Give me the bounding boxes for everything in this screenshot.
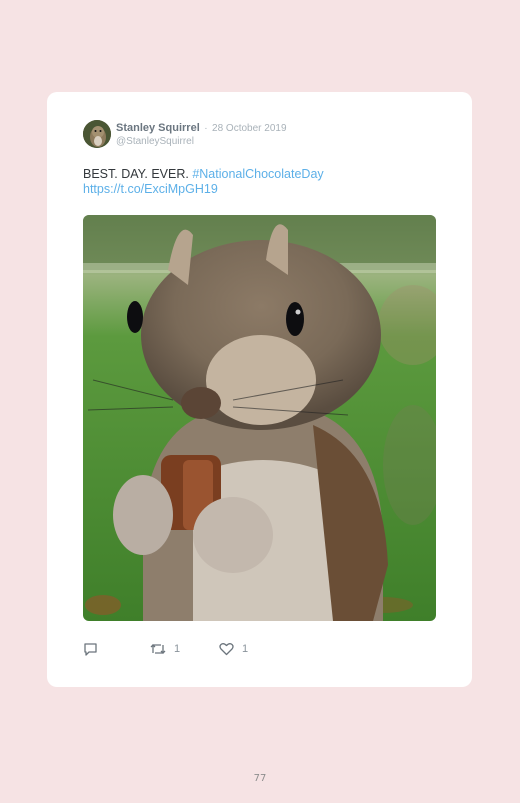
tweet-actions: 1 1: [83, 642, 283, 658]
tweet-url-link[interactable]: https://t.co/ExciMpGH19: [83, 182, 218, 196]
page-number: 77: [253, 773, 267, 784]
like-count: 1: [242, 643, 249, 655]
reply-button[interactable]: [83, 642, 98, 656]
author-name[interactable]: Stanley Squirrel: [116, 122, 200, 134]
author-handle[interactable]: @StanleySquirrel: [116, 136, 287, 148]
reply-icon: [84, 643, 97, 656]
squirrel-photo-icon: [83, 215, 436, 621]
tweet-date[interactable]: 28 October 2019: [212, 123, 287, 134]
tweet-header: Stanley Squirrel · 28 October 2019 @Stan…: [116, 121, 287, 148]
heart-icon: [219, 643, 234, 656]
tweet-photo[interactable]: [83, 215, 436, 621]
tweet-text: BEST. DAY. EVER. #NationalChocolateDay h…: [83, 167, 443, 197]
retweet-button[interactable]: 1: [150, 642, 180, 656]
retweet-count: 1: [174, 643, 181, 655]
tweet-card: Stanley Squirrel · 28 October 2019 @Stan…: [47, 92, 472, 687]
hashtag-link[interactable]: #NationalChocolateDay: [192, 167, 323, 181]
retweet-icon: [150, 644, 166, 654]
header-separator: ·: [204, 123, 208, 134]
avatar[interactable]: [83, 120, 111, 148]
tweet-body: BEST. DAY. EVER.: [83, 167, 193, 181]
like-button[interactable]: 1: [219, 642, 248, 656]
